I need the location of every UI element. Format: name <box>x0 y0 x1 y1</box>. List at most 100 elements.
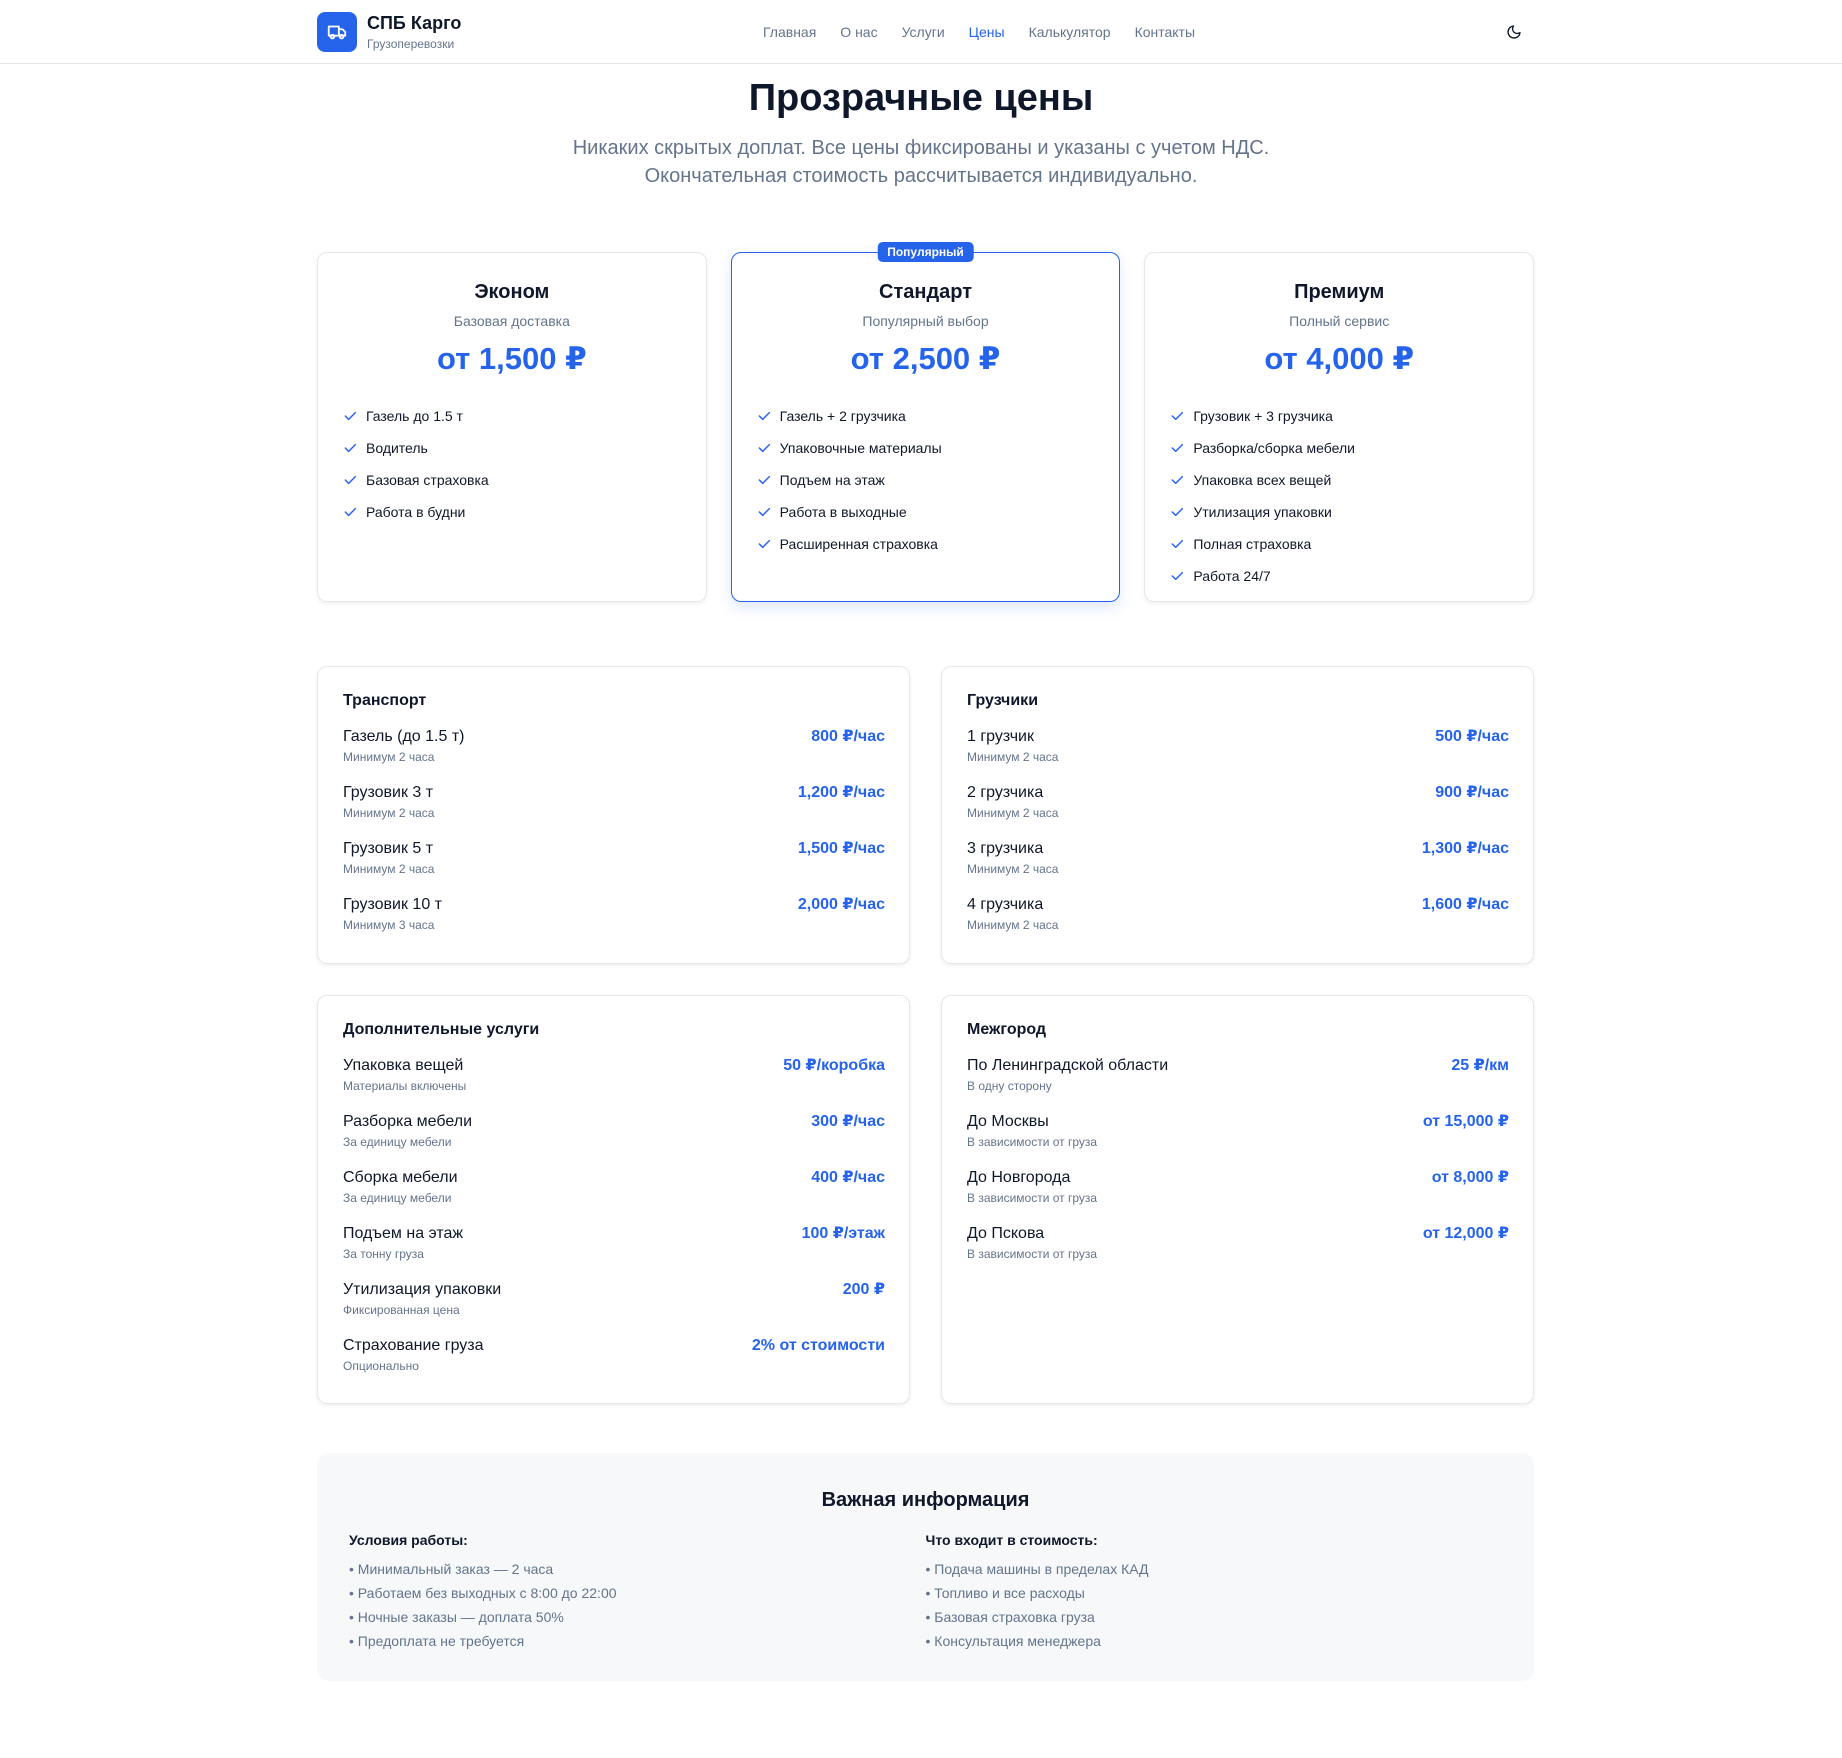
price-row-name: Страхование груза <box>343 1337 484 1354</box>
plan-description: Базовая доставка <box>453 313 570 329</box>
truck-icon <box>317 12 357 52</box>
price-row-note: За тонну груза <box>343 1247 424 1261</box>
price-row: Сборка мебели За единицу мебели 400 ₽/час <box>343 1168 885 1224</box>
price-row-name: Грузовик 5 т <box>343 840 434 857</box>
plan-price: от 2,500 ₽ <box>850 341 1001 376</box>
plan-feature: Утилизация упаковки <box>1169 496 1509 528</box>
price-row-name: Грузовик 3 т <box>343 784 434 801</box>
price-row: 4 грузчика Минимум 2 часа 1,600 ₽/час <box>967 895 1509 951</box>
check-icon <box>344 443 357 453</box>
price-row-note: В зависимости от груза <box>967 1135 1098 1149</box>
plan-feature: Водитель <box>342 432 682 464</box>
plan-card-economy[interactable]: Эконом Базовая доставка от 1,500 ₽ Газел… <box>317 252 707 602</box>
nav-link-about[interactable]: О нас <box>840 22 877 42</box>
info-included: Что входит в стоимость: • Подача машины … <box>926 1531 1503 1653</box>
moon-icon <box>1507 25 1521 39</box>
price-row-value: 100 ₽/этаж <box>801 1225 885 1242</box>
price-row-name: По Ленинградской области <box>967 1057 1169 1074</box>
nav-link-home[interactable]: Главная <box>763 22 816 42</box>
price-row-name: Грузовик 10 т <box>343 896 442 913</box>
price-row-value: 200 ₽ <box>842 1281 885 1298</box>
check-icon <box>1171 411 1184 421</box>
plan-feature-label: Газель до 1.5 т <box>366 408 463 424</box>
price-row-name: 1 грузчик <box>967 728 1034 745</box>
plan-feature-label: Работа в будни <box>366 504 466 520</box>
theme-toggle-button[interactable] <box>1502 20 1526 44</box>
pricing-hero: Прозрачные цены Никаких скрытых доплат. … <box>0 64 1842 190</box>
price-row: 3 грузчика Минимум 2 часа 1,300 ₽/час <box>967 839 1509 895</box>
price-row-name: 2 грузчика <box>967 784 1044 801</box>
info-list-item: • Работаем без выходных с 8:00 до 22:00 <box>349 1585 617 1601</box>
price-row-value: 500 ₽/час <box>1435 728 1509 745</box>
info-title: Важная информация <box>821 1489 1030 1511</box>
pricing-plans: Эконом Базовая доставка от 1,500 ₽ Газел… <box>317 242 1535 602</box>
plan-feature-label: Упаковка всех вещей <box>1193 472 1332 488</box>
brand[interactable]: СПБ Карго Грузоперевозки <box>317 12 461 52</box>
important-info: Важная информация Условия работы: • Мини… <box>317 1453 1534 1681</box>
check-icon <box>344 507 357 517</box>
check-icon <box>344 411 357 421</box>
price-rows: Газель (до 1.5 т) Минимум 2 часа 800 ₽/час… <box>343 727 885 951</box>
plan-name: Эконом <box>474 281 550 303</box>
nav-link-services[interactable]: Услуги <box>902 22 945 42</box>
plan-feature-label: Подъем на этаж <box>779 472 885 488</box>
info-included-list: • Подача машины в пределах КАД • Топливо … <box>926 1557 1503 1653</box>
card-title: Грузчики <box>967 692 1039 709</box>
price-row-name: Упаковка вещей <box>343 1057 464 1074</box>
price-row: Грузовик 10 т Минимум 3 часа 2,000 ₽/час <box>343 895 885 951</box>
check-icon <box>1171 443 1184 453</box>
price-rows: По Ленинградской области В одну сторону 25… <box>967 1056 1509 1280</box>
check-icon <box>758 411 770 421</box>
info-conditions: Условия работы: • Минимальный заказ — 2 … <box>349 1531 926 1653</box>
check-icon <box>1171 507 1184 517</box>
price-row-value: 50 ₽/коробка <box>783 1057 885 1074</box>
price-row: Грузовик 3 т Минимум 2 часа 1,200 ₽/час <box>343 783 885 839</box>
plan-feature-label: Грузовик + 3 грузчика <box>1193 408 1333 424</box>
price-row-note: Минимум 2 часа <box>967 806 1059 820</box>
price-row-note: Минимум 2 часа <box>967 862 1059 876</box>
page-subtitle: Никаких скрытых доплат. Все цены фиксиро… <box>0 134 1842 190</box>
price-row-value: 1,300 ₽/час <box>1421 840 1509 857</box>
price-row-note: Минимум 2 часа <box>967 750 1059 764</box>
price-row-value: 2% от стоимости <box>751 1337 885 1354</box>
plan-card-premium[interactable]: Премиум Полный сервис от 4,000 ₽ Грузови… <box>1144 252 1535 602</box>
price-row: Страхование груза Опционально 2% от стоимо… <box>343 1336 885 1392</box>
main-nav: Главная О нас Услуги Цены Калькулятор Ко… <box>763 22 1195 42</box>
price-row: Грузовик 5 т Минимум 2 часа 1,500 ₽/час <box>343 839 885 895</box>
price-row: До Новгорода В зависимости от груза от 8,0… <box>967 1168 1509 1224</box>
plan-price: от 4,000 ₽ <box>1264 341 1415 376</box>
price-row-value: 400 ₽/час <box>811 1169 885 1186</box>
price-row-note: Опционально <box>343 1359 419 1373</box>
check-icon <box>758 475 770 485</box>
plan-features: Грузовик + 3 грузчика Разборка/сборка меб… <box>1169 400 1509 592</box>
price-row: Утилизация упаковки Фиксированная цена 200… <box>343 1280 885 1336</box>
price-row-value: 1,200 ₽/час <box>797 784 885 801</box>
plan-feature: Полная страховка <box>1169 528 1509 560</box>
info-list-item: • Топливо и все расходы <box>925 1585 1085 1601</box>
plan-feature: Разборка/сборка мебели <box>1169 432 1509 464</box>
plan-feature: Расширенная страховка <box>756 528 1096 560</box>
price-row-name: Газель (до 1.5 т) <box>343 728 465 745</box>
nav-link-contacts[interactable]: Контакты <box>1135 22 1195 42</box>
price-row-name: 4 грузчика <box>967 896 1044 913</box>
price-rows: 1 грузчик Минимум 2 часа 500 ₽/час 2 грузчи… <box>967 727 1509 951</box>
card-title: Межгород <box>967 1021 1047 1038</box>
plan-name: Стандарт <box>879 281 973 303</box>
plan-feature-label: Полная страховка <box>1193 536 1312 552</box>
price-row-note: Минимум 2 часа <box>343 750 435 764</box>
price-row-name: 3 грузчика <box>967 840 1044 857</box>
check-icon <box>1171 571 1184 581</box>
price-row-value: от 15,000 ₽ <box>1422 1113 1509 1130</box>
price-row-note: В зависимости от груза <box>967 1247 1098 1261</box>
plan-feature-label: Расширенная страховка <box>779 536 938 552</box>
plan-feature: Газель до 1.5 т <box>342 400 682 432</box>
price-row: Подъем на этаж За тонну груза 100 ₽/этаж <box>343 1224 885 1280</box>
price-row-note: Минимум 3 часа <box>343 918 435 932</box>
plan-card-standard[interactable]: Популярный Стандарт Популярный выбор от … <box>730 242 1121 602</box>
info-list-item: • Подача машины в пределах КАД <box>925 1561 1149 1577</box>
nav-link-prices[interactable]: Цены <box>969 22 1005 42</box>
plan-feature-label: Упаковочные материалы <box>779 440 942 456</box>
check-icon <box>758 507 770 517</box>
nav-link-calculator[interactable]: Калькулятор <box>1029 22 1111 42</box>
plan-feature: Упаковка всех вещей <box>1169 464 1509 496</box>
